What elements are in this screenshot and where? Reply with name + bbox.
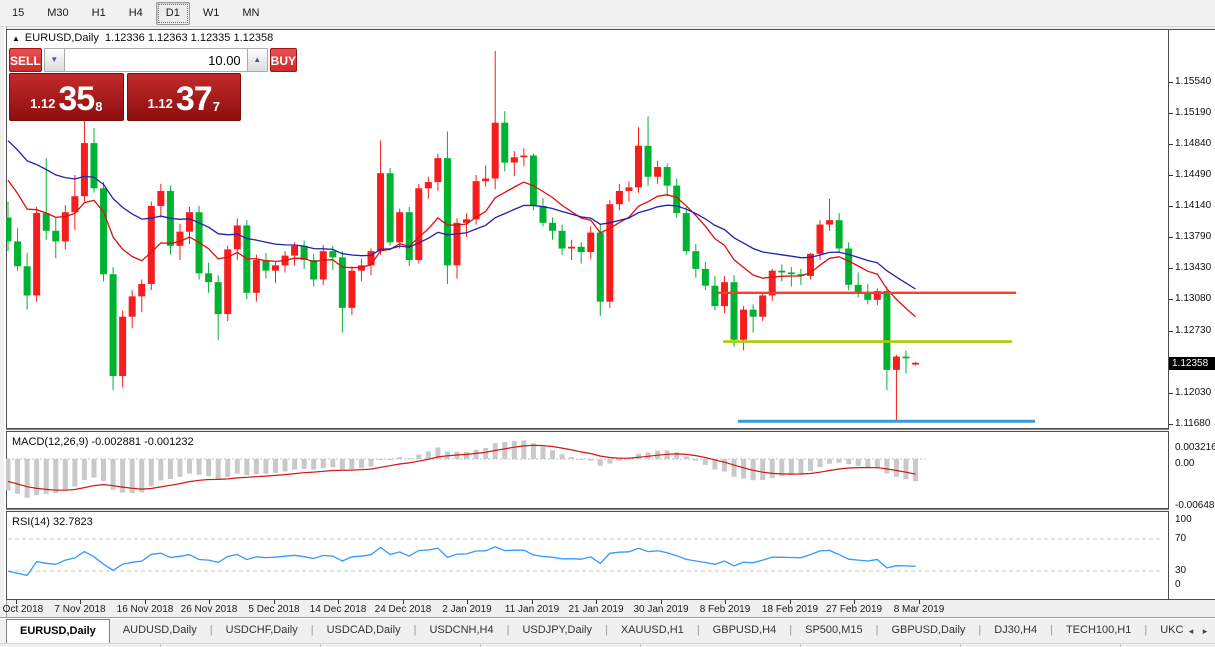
sell-price-point: 8 [95, 100, 102, 114]
rsi-axis-label: 30 [1175, 565, 1186, 576]
trading-terminal: 15M30H1H4D1W1MN ▲ EURUSD,Daily 1.12336 1.… [0, 0, 1215, 647]
price-axis-label: 1.13790 [1175, 231, 1211, 242]
date-axis-label: 2 Jan 2019 [442, 604, 492, 615]
price-axis-tick [1169, 424, 1173, 425]
sell-price-display[interactable]: 1.12358 [9, 73, 124, 121]
date-axis-label: 29 Oct 2018 [0, 604, 43, 615]
rsi-indicator-label: RSI(14) 32.7823 [12, 516, 93, 528]
date-axis-label: 30 Jan 2019 [633, 604, 688, 615]
timeframe-button-h4[interactable]: H4 [119, 2, 153, 25]
price-axis-tick [1169, 144, 1173, 145]
chart-tab-xauusd[interactable]: XAUUSD,H1 [608, 619, 697, 643]
price-axis-tick [1169, 206, 1173, 207]
tab-scroll-right-icon[interactable]: ▸ [1198, 622, 1212, 640]
price-axis-tick [1169, 393, 1173, 394]
price-axis-label: 1.14490 [1175, 169, 1211, 180]
tab-scroll-left-icon[interactable]: ◂ [1184, 622, 1198, 640]
price-axis-tick [1169, 331, 1173, 332]
chart-symbol-period: EURUSD,Daily [25, 32, 99, 44]
expand-triangle-icon[interactable]: ▲ [12, 34, 20, 43]
sell-price-pips: 35 [58, 84, 94, 114]
chart-tab-usdjpy[interactable]: USDJPY,Daily [509, 619, 605, 643]
chart-ohlc-values: 1.12336 1.12363 1.12335 1.12358 [105, 32, 273, 44]
timeframe-button-15[interactable]: 15 [2, 2, 34, 25]
date-axis-label: 18 Feb 2019 [762, 604, 818, 615]
buy-price-pips: 37 [176, 84, 212, 114]
price-axis-label: 1.12730 [1175, 325, 1211, 336]
tab-scroll-arrows: ◂ ▸ [1184, 622, 1212, 640]
price-axis-label: 1.15540 [1175, 76, 1211, 87]
chart-tab-usdchf[interactable]: USDCHF,Daily [213, 619, 311, 643]
timeframe-button-w1[interactable]: W1 [193, 2, 230, 25]
sell-button[interactable]: SELL [9, 48, 42, 72]
macd-indicator-label: MACD(12,26,9) -0.002881 -0.001232 [12, 436, 194, 448]
price-axis[interactable]: 1.12358 1.15540 1.15190 1.14840 1.14490 1.14… [1169, 29, 1215, 600]
chart-tab-usdcad[interactable]: USDCAD,Daily [314, 619, 414, 643]
volume-decrease-button[interactable]: ▼ [44, 48, 65, 72]
volume-increase-button[interactable]: ▲ [247, 48, 268, 72]
macd-axis-label: 0.003216 [1175, 442, 1215, 453]
date-axis-label: 7 Nov 2018 [54, 604, 105, 615]
date-axis-label: 16 Nov 2018 [117, 604, 174, 615]
current-price-tag: 1.12358 [1169, 357, 1215, 370]
price-axis-label: 1.14140 [1175, 200, 1211, 211]
chart-tab-dj30[interactable]: DJ30,H4 [981, 619, 1050, 643]
macd-axis-label: -0.006485 [1175, 500, 1215, 511]
date-axis-label: 27 Feb 2019 [826, 604, 882, 615]
chart-tab-gbpusd[interactable]: GBPUSD,Daily [878, 619, 978, 643]
buy-price-point: 7 [213, 100, 220, 114]
price-axis-tick [1169, 237, 1173, 238]
date-axis-label: 26 Nov 2018 [181, 604, 238, 615]
timeframe-button-d1[interactable]: D1 [156, 2, 190, 25]
timeframe-toolbar: 15M30H1H4D1W1MN [0, 0, 1215, 27]
date-axis[interactable]: 29 Oct 20187 Nov 201816 Nov 201826 Nov 2… [6, 600, 1169, 617]
price-axis-label: 1.13080 [1175, 293, 1211, 304]
chart-tab-sp500[interactable]: SP500,M15 [792, 619, 875, 643]
timeframe-button-m30[interactable]: M30 [37, 2, 78, 25]
date-axis-label: 11 Jan 2019 [505, 604, 559, 615]
chart-tab-tech100[interactable]: TECH100,H1 [1053, 619, 1144, 643]
sell-price-prefix: 1.12 [30, 94, 55, 114]
bottom-strip [0, 643, 1215, 647]
macd-axis-label: 0.00 [1175, 458, 1194, 469]
chart-title: ▲ EURUSD,Daily 1.12336 1.12363 1.12335 1.… [12, 32, 273, 44]
volume-input[interactable] [65, 48, 247, 72]
rsi-axis-label: 100 [1175, 514, 1192, 525]
buy-button[interactable]: BUY [270, 48, 297, 72]
date-axis-label: 8 Feb 2019 [700, 604, 751, 615]
rsi-chart[interactable] [6, 511, 1169, 600]
one-click-trading-panel: SELL ▼ ▲ BUY 1.12358 1.12377 [9, 48, 241, 121]
timeframe-button-h1[interactable]: H1 [82, 2, 116, 25]
date-axis-label: 5 Dec 2018 [248, 604, 299, 615]
rsi-axis-label: 0 [1175, 579, 1181, 590]
price-axis-tick [1169, 175, 1173, 176]
buy-price-prefix: 1.12 [148, 94, 173, 114]
chart-tab-audusd[interactable]: AUDUSD,Daily [110, 619, 210, 643]
price-axis-tick [1169, 113, 1173, 114]
timeframe-button-mn[interactable]: MN [232, 2, 269, 25]
date-axis-label: 21 Jan 2019 [568, 604, 623, 615]
price-axis-label: 1.14840 [1175, 138, 1211, 149]
price-axis-label: 1.13430 [1175, 262, 1211, 273]
rsi-axis-label: 70 [1175, 533, 1186, 544]
date-axis-label: 24 Dec 2018 [375, 604, 432, 615]
chart-tab-eurusd[interactable]: EURUSD,Daily [6, 619, 110, 643]
price-axis-tick [1169, 82, 1173, 83]
chart-tab-usdcnh[interactable]: USDCNH,H4 [416, 619, 506, 643]
price-axis-label: 1.12030 [1175, 387, 1211, 398]
price-axis-tick [1169, 268, 1173, 269]
date-axis-label: 14 Dec 2018 [310, 604, 367, 615]
price-axis-label: 1.11680 [1175, 418, 1210, 429]
buy-price-display[interactable]: 1.12377 [127, 73, 242, 121]
price-axis-tick [1169, 299, 1173, 300]
chart-tab-bar: EURUSD,DailyAUDUSD,Daily|USDCHF,Daily|US… [0, 619, 1215, 643]
price-axis-label: 1.15190 [1175, 107, 1211, 118]
date-axis-label: 8 Mar 2019 [894, 604, 945, 615]
chart-tab-gbpusd[interactable]: GBPUSD,H4 [700, 619, 790, 643]
